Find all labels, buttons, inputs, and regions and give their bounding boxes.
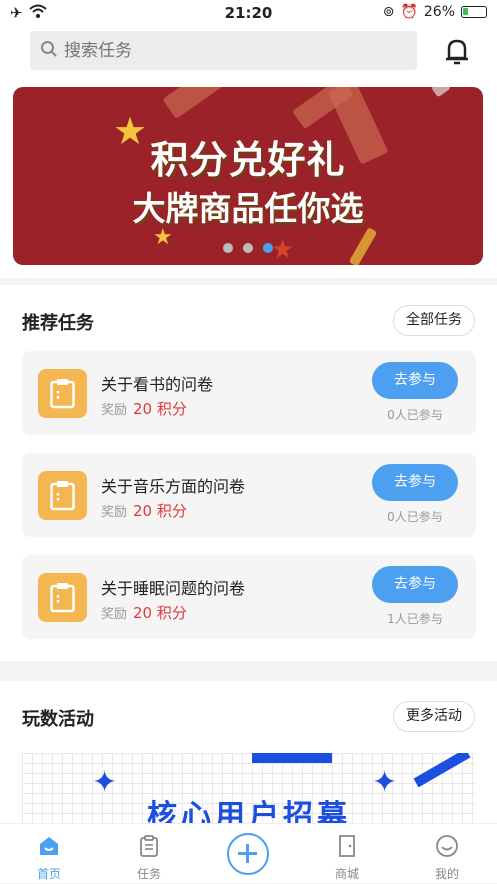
tab-tasks[interactable]: 任务: [119, 824, 179, 884]
tab-bar: 首页 任务 商城 我的: [0, 823, 497, 883]
banner-stripe: [413, 753, 471, 788]
task-name: 关于看书的问卷: [101, 375, 214, 394]
lock-rotation-icon: ⊚: [382, 4, 395, 20]
reward-points: 20 积分: [133, 502, 187, 520]
clipboard-icon: [137, 834, 161, 858]
more-activities-button[interactable]: 更多活动: [393, 701, 475, 732]
participant-count: 0人已参与: [387, 408, 443, 422]
join-button[interactable]: 去参与: [372, 464, 458, 501]
task-reward: 奖励 20 积分: [101, 602, 187, 623]
task-name: 关于睡眠问题的问卷: [101, 579, 246, 598]
search-icon: [40, 40, 58, 62]
reward-label: 奖励: [101, 505, 128, 520]
bell-icon[interactable]: [442, 36, 472, 66]
reward-label: 奖励: [101, 403, 128, 418]
clipboard-icon: [38, 369, 87, 418]
reward-points: 20 积分: [133, 400, 187, 418]
task-card[interactable]: 关于音乐方面的问卷 奖励 20 积分 去参与 0人已参与: [22, 453, 476, 537]
reward-points: 20 积分: [133, 604, 187, 622]
recommended-section: 推荐任务 全部任务 关于看书的问卷 奖励 20 积分 去参与 0人已参与 关于音乐…: [0, 285, 497, 661]
carousel-dot[interactable]: [223, 243, 233, 253]
join-button[interactable]: 去参与: [372, 566, 458, 603]
status-bar: ✈ 21:20 ⊚ ⏰ 26%: [0, 0, 497, 26]
task-reward: 奖励 20 积分: [101, 398, 187, 419]
task-card[interactable]: 关于看书的问卷 奖励 20 积分 去参与 0人已参与: [22, 351, 476, 435]
tab-mine[interactable]: 我的: [417, 824, 477, 884]
header: [0, 26, 497, 78]
tab-home[interactable]: 首页: [19, 824, 79, 884]
activities-section: 玩数活动 更多活动 ✦ ✦ 核心用户招募: [0, 681, 497, 833]
home-icon: [37, 834, 61, 858]
battery-percent: 26%: [423, 4, 455, 20]
all-tasks-button[interactable]: 全部任务: [393, 305, 475, 336]
banner-title: 积分兑好礼: [150, 138, 346, 182]
alarm-icon: ⏰: [400, 4, 418, 20]
promo-banner[interactable]: ★ ★ ★ 积分兑好礼 大牌商品任你选: [13, 87, 483, 265]
section-title: 推荐任务: [22, 313, 94, 334]
banner-subtitle: 大牌商品任你选: [132, 189, 364, 228]
tab-label: 商城: [334, 867, 359, 881]
task-reward: 奖励 20 积分: [101, 500, 187, 521]
battery-icon: [461, 6, 487, 18]
recruitment-banner[interactable]: ✦ ✦ 核心用户招募: [22, 753, 476, 833]
search-box[interactable]: [30, 31, 417, 70]
smiley-icon: [435, 834, 459, 858]
tab-mall[interactable]: 商城: [317, 824, 377, 884]
tab-label: 任务: [136, 867, 161, 881]
task-card[interactable]: 关于睡眠问题的问卷 奖励 20 积分 去参与 1人已参与: [22, 555, 476, 639]
banner-section: ★ ★ ★ 积分兑好礼 大牌商品任你选: [0, 78, 497, 278]
participant-count: 0人已参与: [387, 510, 443, 524]
banner-stripe: [252, 753, 332, 763]
tab-label: 我的: [434, 867, 459, 881]
carousel-dot[interactable]: [243, 243, 253, 253]
join-button[interactable]: 去参与: [372, 362, 458, 399]
participant-count: 1人已参与: [387, 612, 443, 626]
add-circle-icon[interactable]: [227, 833, 269, 875]
star-icon: ★: [271, 235, 295, 265]
section-title: 玩数活动: [22, 709, 94, 730]
status-right: ⊚ ⏰ 26%: [383, 4, 487, 20]
tab-label: 首页: [36, 867, 61, 881]
door-icon: [335, 834, 359, 858]
clipboard-icon: [38, 471, 87, 520]
carousel-dots: [223, 243, 273, 253]
reward-label: 奖励: [101, 607, 128, 622]
carousel-dot-active[interactable]: [263, 243, 273, 253]
search-input[interactable]: [64, 40, 384, 61]
clipboard-icon: [38, 573, 87, 622]
task-name: 关于音乐方面的问卷: [101, 477, 246, 496]
